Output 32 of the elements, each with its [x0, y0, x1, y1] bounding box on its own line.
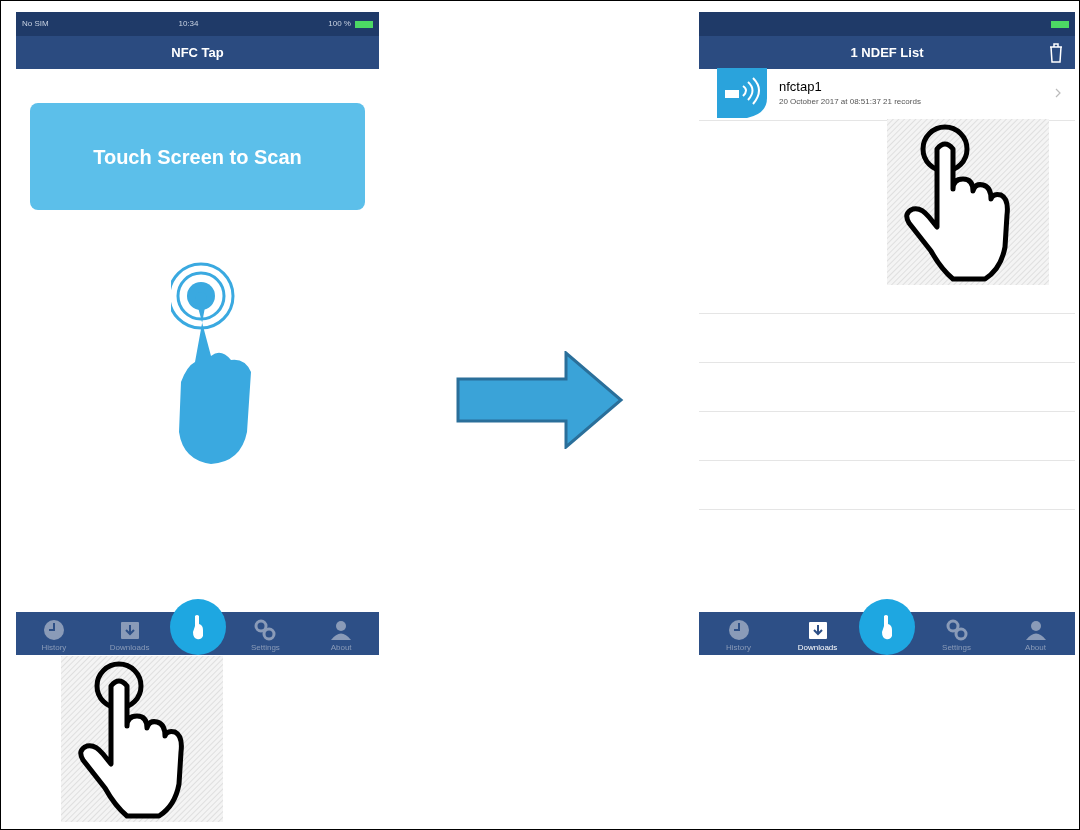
tab[interactable]: History — [699, 619, 778, 655]
scan-button[interactable]: Touch Screen to Scan — [30, 103, 365, 210]
tab[interactable]: Downloads — [778, 619, 857, 655]
battery-text: 100 % — [328, 18, 351, 30]
screen-title: NFC Tap — [171, 43, 224, 62]
item-subtitle: 20 October 2017 at 08:51:37 21 records — [779, 96, 922, 109]
battery-icon — [355, 20, 373, 28]
gears-icon — [254, 619, 277, 641]
person-icon — [1024, 619, 1047, 641]
chevron-icon — [1055, 87, 1061, 98]
finger-icon — [191, 614, 204, 640]
item-title: nfctap1 — [779, 77, 823, 96]
finger-icon — [881, 614, 893, 640]
scan-tab-button[interactable] — [859, 599, 915, 655]
download-box-icon — [118, 619, 141, 641]
tab[interactable]: About — [996, 619, 1075, 655]
clock-icon — [727, 619, 750, 641]
trash-icon[interactable] — [1049, 42, 1063, 63]
battery-icon — [1051, 20, 1069, 28]
person-icon — [330, 619, 353, 641]
carrier-text: No SIM — [22, 18, 49, 30]
tab[interactable]: Settings — [917, 619, 996, 655]
gears-icon — [945, 619, 968, 641]
download-box-icon — [806, 619, 829, 641]
screen-title: 1 NDEF List — [850, 43, 924, 62]
tab[interactable]: Downloads — [91, 619, 168, 655]
clock-text: 10:34 — [178, 18, 199, 30]
clock-icon — [42, 619, 65, 641]
tab[interactable]: History — [16, 619, 92, 655]
tab[interactable]: About — [303, 619, 379, 655]
tab[interactable]: Settings — [227, 619, 304, 655]
nfc-tag-icon — [717, 67, 767, 118]
